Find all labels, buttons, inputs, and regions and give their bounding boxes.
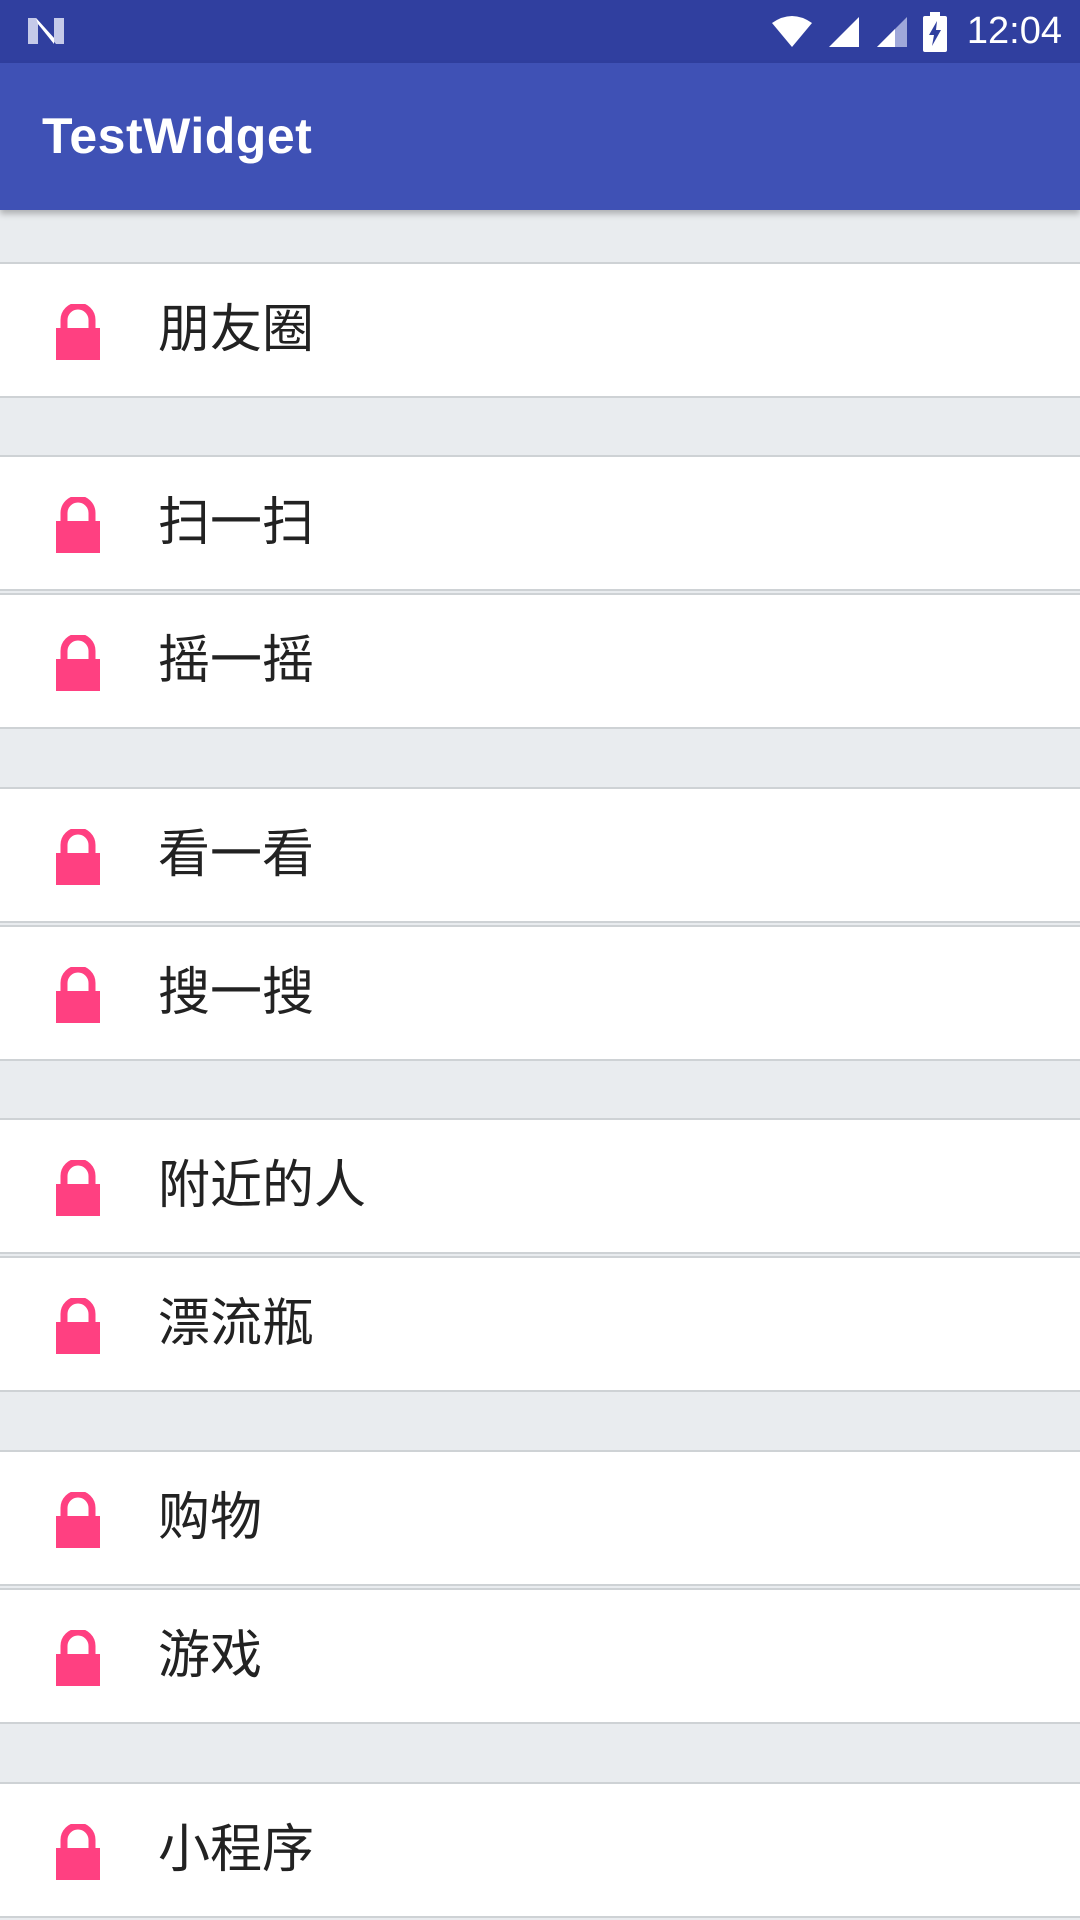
menu-item-shopping[interactable]: 购物 (0, 1450, 1080, 1586)
menu-item-label: 搜一搜 (158, 963, 315, 1023)
menu-item-shake[interactable]: 摇一摇 (0, 593, 1080, 729)
menu-item-label: 朋友圈 (158, 300, 315, 360)
lock-icon (56, 967, 100, 1023)
menu-item-top-stories[interactable]: 看一看 (0, 787, 1080, 923)
status-bar: 12:04 (0, 0, 1080, 63)
menu-item-games[interactable]: 游戏 (0, 1588, 1080, 1724)
lock-icon (56, 1630, 100, 1686)
app-bar: TestWidget (0, 63, 1080, 210)
lock-icon (56, 635, 100, 691)
menu-item-label: 扫一扫 (158, 493, 315, 553)
lock-icon (56, 304, 100, 360)
lock-icon (56, 497, 100, 553)
menu-item-label: 漂流瓶 (158, 1294, 315, 1354)
menu-item-search[interactable]: 搜一搜 (0, 925, 1080, 1061)
status-icons: 12:04 (771, 0, 1062, 63)
n-logo-icon (28, 18, 64, 44)
menu-item-label: 小程序 (158, 1820, 315, 1880)
lock-icon (56, 1160, 100, 1216)
menu-item-drift-bottle[interactable]: 漂流瓶 (0, 1256, 1080, 1392)
lock-icon (56, 829, 100, 885)
menu-item-label: 游戏 (158, 1626, 263, 1686)
menu-item-moments[interactable]: 朋友圈 (0, 262, 1080, 398)
lock-icon (56, 1492, 100, 1548)
menu-item-people-nearby[interactable]: 附近的人 (0, 1118, 1080, 1254)
wifi-icon (771, 15, 812, 47)
lock-icon (56, 1298, 100, 1354)
signal-icon-2 (876, 16, 907, 47)
battery-charging-icon (922, 11, 947, 52)
menu-item-mini-programs[interactable]: 小程序 (0, 1782, 1080, 1918)
lock-icon (56, 1824, 100, 1880)
menu-item-label: 摇一摇 (158, 631, 315, 691)
menu-item-scan[interactable]: 扫一扫 (0, 455, 1080, 591)
signal-icon (828, 16, 859, 47)
menu-item-label: 附近的人 (158, 1156, 367, 1216)
menu-item-label: 看一看 (158, 825, 315, 885)
menu-item-label: 购物 (158, 1488, 263, 1548)
menu-list: 朋友圈 扫一扫 摇一摇 看一看 搜一搜 附近的人 漂流瓶 购物 游戏 小程序 (0, 210, 1080, 1920)
status-time: 12:04 (966, 10, 1062, 52)
app-title: TestWidget (42, 108, 313, 164)
